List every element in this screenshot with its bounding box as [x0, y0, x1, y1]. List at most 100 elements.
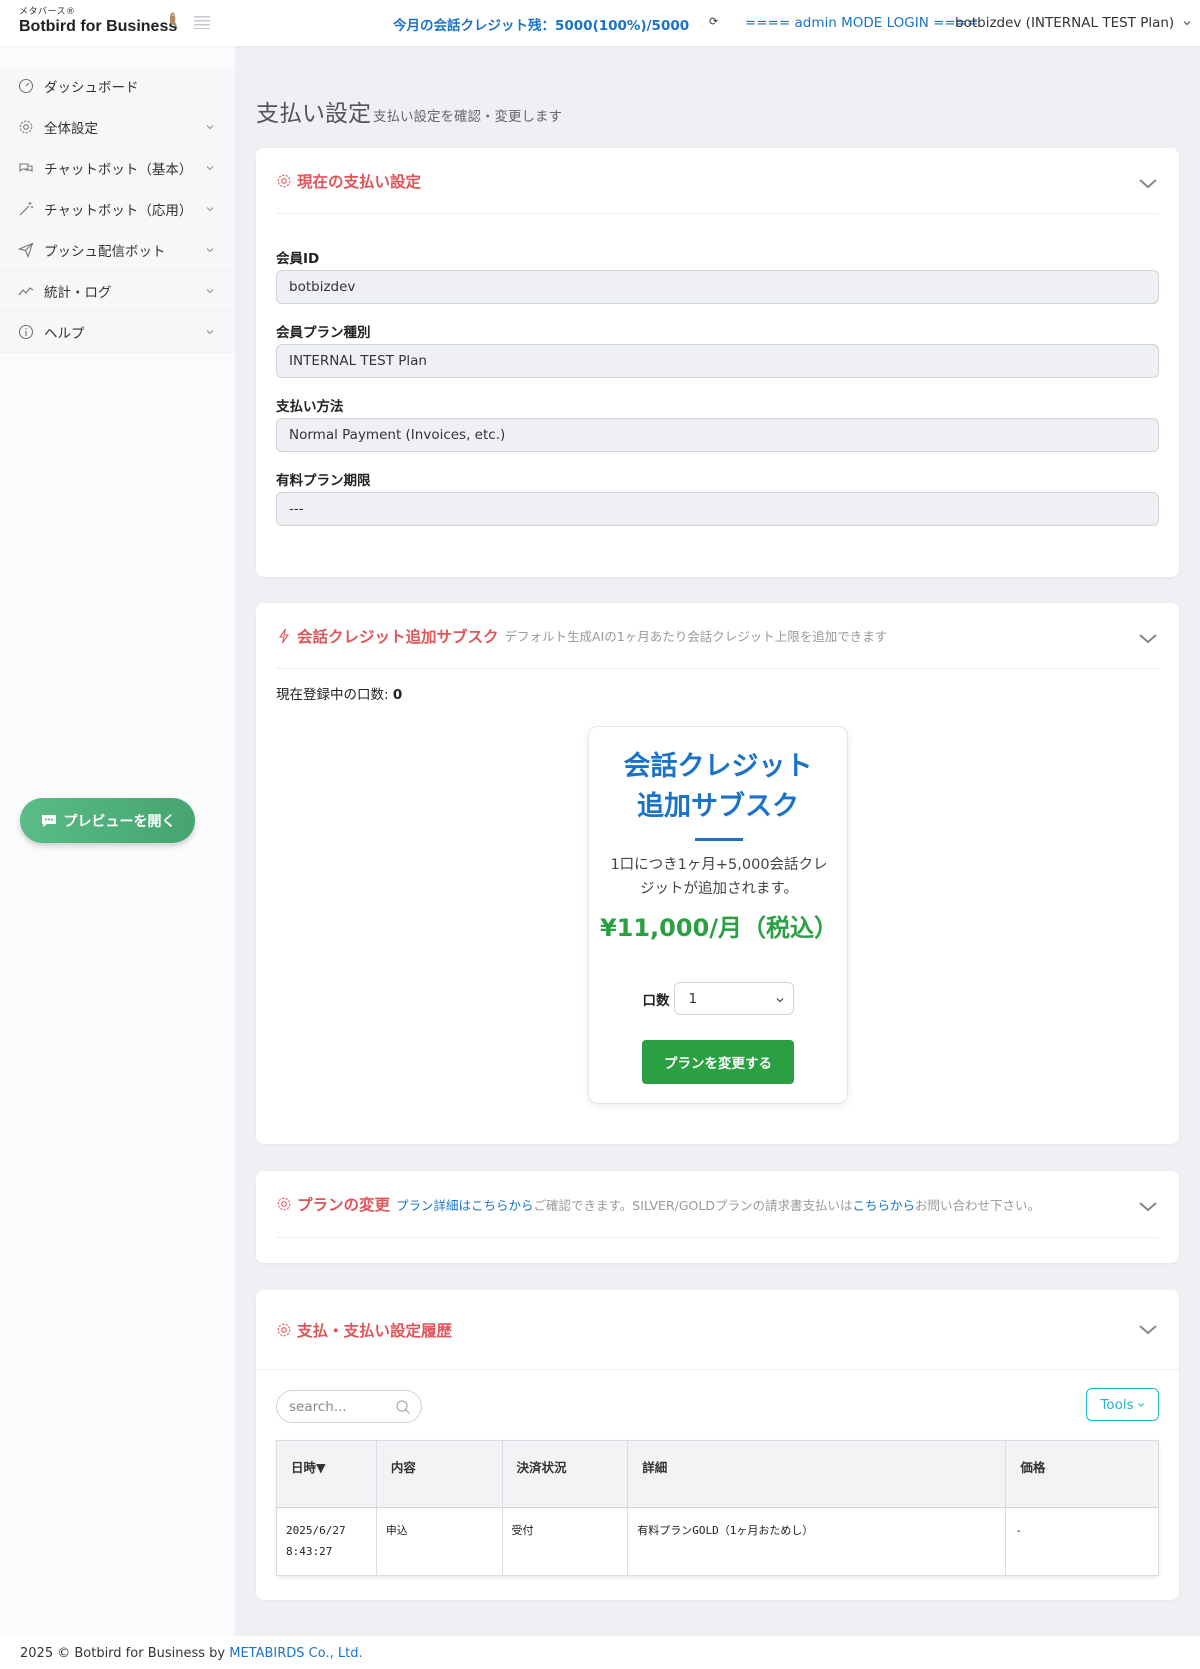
- sidebar-item-label: プッシュ配信ボット: [44, 244, 166, 260]
- credit-subscription-heading: 会話クレジット追加サブスク: [297, 627, 499, 646]
- open-preview-button[interactable]: プレビューを開く: [20, 798, 195, 843]
- account-menu[interactable]: botbizdev (INTERNAL TEST Plan): [955, 15, 1192, 31]
- info-icon: [18, 324, 34, 340]
- paid-plan-expiry-field: ---: [276, 492, 1159, 526]
- sidebar-item-label: ヘルプ: [44, 326, 85, 342]
- speech-bubble-icon: [41, 814, 56, 827]
- page-title-text: 支払い設定: [256, 101, 371, 127]
- plan-change-card: プランの変更 プラン詳細はこちらからご確認できます。SILVER/GOLDプラン…: [256, 1171, 1179, 1263]
- member-id-label: 会員ID: [276, 251, 320, 267]
- collapse-chevron-icon[interactable]: [1137, 1318, 1159, 1340]
- quantity-label: 口数: [642, 992, 670, 1009]
- menu-toggle-icon[interactable]: [194, 15, 210, 29]
- cell-date-day: 2025/6/27: [286, 1524, 346, 1537]
- gear-icon: [276, 173, 292, 189]
- registered-count-value: 0: [392, 687, 403, 703]
- sidebar-item-chatbot-advanced[interactable]: チャットボット（応用）: [0, 189, 235, 230]
- chevron-down-icon: [776, 998, 783, 1003]
- member-plan-field: INTERNAL TEST Plan: [276, 344, 1159, 378]
- logo-tagline: メタバース®: [19, 7, 76, 17]
- credit-subscription-description: デフォルト生成AIの1ヶ月あたり会話クレジット上限を追加できます: [504, 629, 888, 644]
- magic-wand-icon: [18, 201, 34, 217]
- collapse-chevron-icon[interactable]: [1137, 1195, 1159, 1217]
- sidebar-item-general-settings[interactable]: 全体設定: [0, 107, 235, 148]
- sidebar-nav: ダッシュボード 全体設定 チャットボット（基本） チャットボット（応用） プッシ…: [0, 66, 235, 353]
- column-header-price[interactable]: 価格: [1006, 1441, 1158, 1507]
- collapse-chevron-icon[interactable]: [1137, 627, 1159, 649]
- footer-company-link[interactable]: METABIRDS Co., Ltd.: [229, 1646, 362, 1661]
- admin-mode-label: ==== admin MODE LOGIN ====: [745, 15, 979, 31]
- plan-title: 会話クレジット 追加サブスク: [589, 747, 847, 827]
- plan-description: 1口につき1ヶ月+5,000会話クレジットが追加されます。: [610, 857, 828, 897]
- credit-plan-card: 会話クレジット 追加サブスク 1口につき1ヶ月+5,000会話クレジットが追加さ…: [588, 726, 848, 1104]
- tools-dropdown-button[interactable]: Tools: [1086, 1388, 1159, 1421]
- sidebar-item-push-bot[interactable]: プッシュ配信ボット: [0, 230, 235, 271]
- credit-remaining: 今月の会話クレジット残：5000(100%)/5000: [393, 18, 690, 34]
- column-header-date[interactable]: 日時▼: [277, 1441, 377, 1507]
- current-settings-heading: 現在の支払い設定: [297, 172, 422, 191]
- invoice-contact-link[interactable]: こちらから: [852, 1198, 915, 1213]
- column-header-content[interactable]: 内容: [377, 1441, 503, 1507]
- footer-copyright: 2025 © Botbird for Business by: [20, 1646, 230, 1661]
- sidebar-item-dashboard[interactable]: ダッシュボード: [0, 66, 235, 107]
- gear-icon: [18, 119, 34, 135]
- page-subtitle: 支払い設定を確認・変更します: [373, 109, 562, 125]
- logo[interactable]: メタバース® Botbird for Business: [19, 7, 184, 39]
- plan-title-line2: 追加サブスク: [637, 791, 799, 822]
- current-settings-header[interactable]: 現在の支払い設定: [276, 148, 1159, 214]
- plan-details-link[interactable]: プラン詳細はこちらから: [396, 1198, 534, 1213]
- dashboard-icon: [18, 78, 34, 94]
- plan-change-description: プラン詳細はこちらからご確認できます。SILVER/GOLDプランの請求書支払い…: [396, 1195, 1040, 1214]
- logo-text: Botbird for Business: [19, 18, 178, 35]
- column-header-status[interactable]: 決済状況: [503, 1441, 629, 1507]
- page-title: 支払い設定 支払い設定を確認・変更します: [256, 94, 562, 128]
- credit-subscription-header[interactable]: 会話クレジット追加サブスク デフォルト生成AIの1ヶ月あたり会話クレジット上限を…: [276, 603, 1159, 669]
- cell-price: -: [1015, 1524, 1022, 1537]
- chevron-down-icon: [1137, 1402, 1144, 1407]
- open-preview-label: プレビューを開く: [63, 813, 176, 830]
- sidebar-item-label: チャットボット（基本）: [44, 162, 193, 178]
- collapse-chevron-icon[interactable]: [1137, 172, 1159, 194]
- refresh-icon[interactable]: ⟳: [709, 16, 719, 28]
- line-chart-icon: [18, 283, 34, 299]
- table-header-row: 日時▼ 内容 決済状況 詳細 価格: [277, 1441, 1158, 1508]
- cell-status: 受付: [503, 1508, 629, 1575]
- chat-bubbles-icon: [18, 160, 34, 176]
- change-plan-button[interactable]: プランを変更する: [642, 1040, 794, 1084]
- quantity-row: 口数 1: [589, 982, 847, 1015]
- sidebar-item-stats-log[interactable]: 統計・ログ: [0, 271, 235, 312]
- plan-price: ¥11,000/月（税込）: [599, 914, 839, 942]
- sidebar-item-help[interactable]: ヘルプ: [0, 312, 235, 353]
- table-row: 2025/6/27 8:43:27 申込 受付 有料プランGOLD（1ヶ月おため…: [277, 1508, 1158, 1575]
- cell-date: 2025/6/27 8:43:27: [277, 1508, 377, 1575]
- bird-icon: [169, 12, 178, 29]
- search-placeholder: search...: [289, 1398, 347, 1415]
- plan-change-text1: ご確認できます。SILVER/GOLDプランの請求書支払いは: [533, 1197, 853, 1213]
- plan-change-header[interactable]: プランの変更 プラン詳細はこちらからご確認できます。SILVER/GOLDプラン…: [276, 1171, 1159, 1238]
- chevron-down-icon: [206, 330, 214, 335]
- account-name: botbizdev (INTERNAL TEST Plan): [955, 15, 1175, 31]
- payment-method-label: 支払い方法: [276, 399, 344, 415]
- member-id-field: botbizdev: [276, 270, 1159, 304]
- paper-plane-icon: [18, 242, 34, 258]
- sidebar-item-label: 統計・ログ: [44, 285, 112, 301]
- column-header-detail[interactable]: 詳細: [628, 1441, 1007, 1507]
- chevron-down-icon: [1183, 21, 1191, 26]
- sidebar-item-chatbot-basic[interactable]: チャットボット（基本）: [0, 148, 235, 189]
- sidebar-item-label: 全体設定: [44, 121, 98, 137]
- cell-content: 申込: [377, 1508, 503, 1575]
- history-search-input[interactable]: search...: [276, 1390, 422, 1423]
- sidebar-item-label: ダッシュボード: [44, 80, 139, 96]
- plan-title-line1: 会話クレジット: [623, 751, 813, 782]
- lightning-icon: [276, 628, 292, 644]
- plan-change-heading: プランの変更: [297, 1196, 391, 1214]
- history-header[interactable]: 支払・支払い設定履歴: [256, 1290, 1179, 1370]
- sidebar-item-label: チャットボット（応用）: [44, 203, 193, 219]
- payment-method-field: Normal Payment (Invoices, etc.): [276, 418, 1159, 452]
- quantity-select[interactable]: 1: [673, 982, 794, 1015]
- cell-detail: 有料プランGOLD（1ヶ月おためし）: [628, 1508, 1007, 1575]
- gear-icon: [276, 1322, 292, 1338]
- footer: 2025 © Botbird for Business by METABIRDS…: [0, 1636, 1200, 1669]
- chevron-down-icon: [206, 248, 214, 253]
- history-heading: 支払・支払い設定履歴: [297, 1321, 453, 1340]
